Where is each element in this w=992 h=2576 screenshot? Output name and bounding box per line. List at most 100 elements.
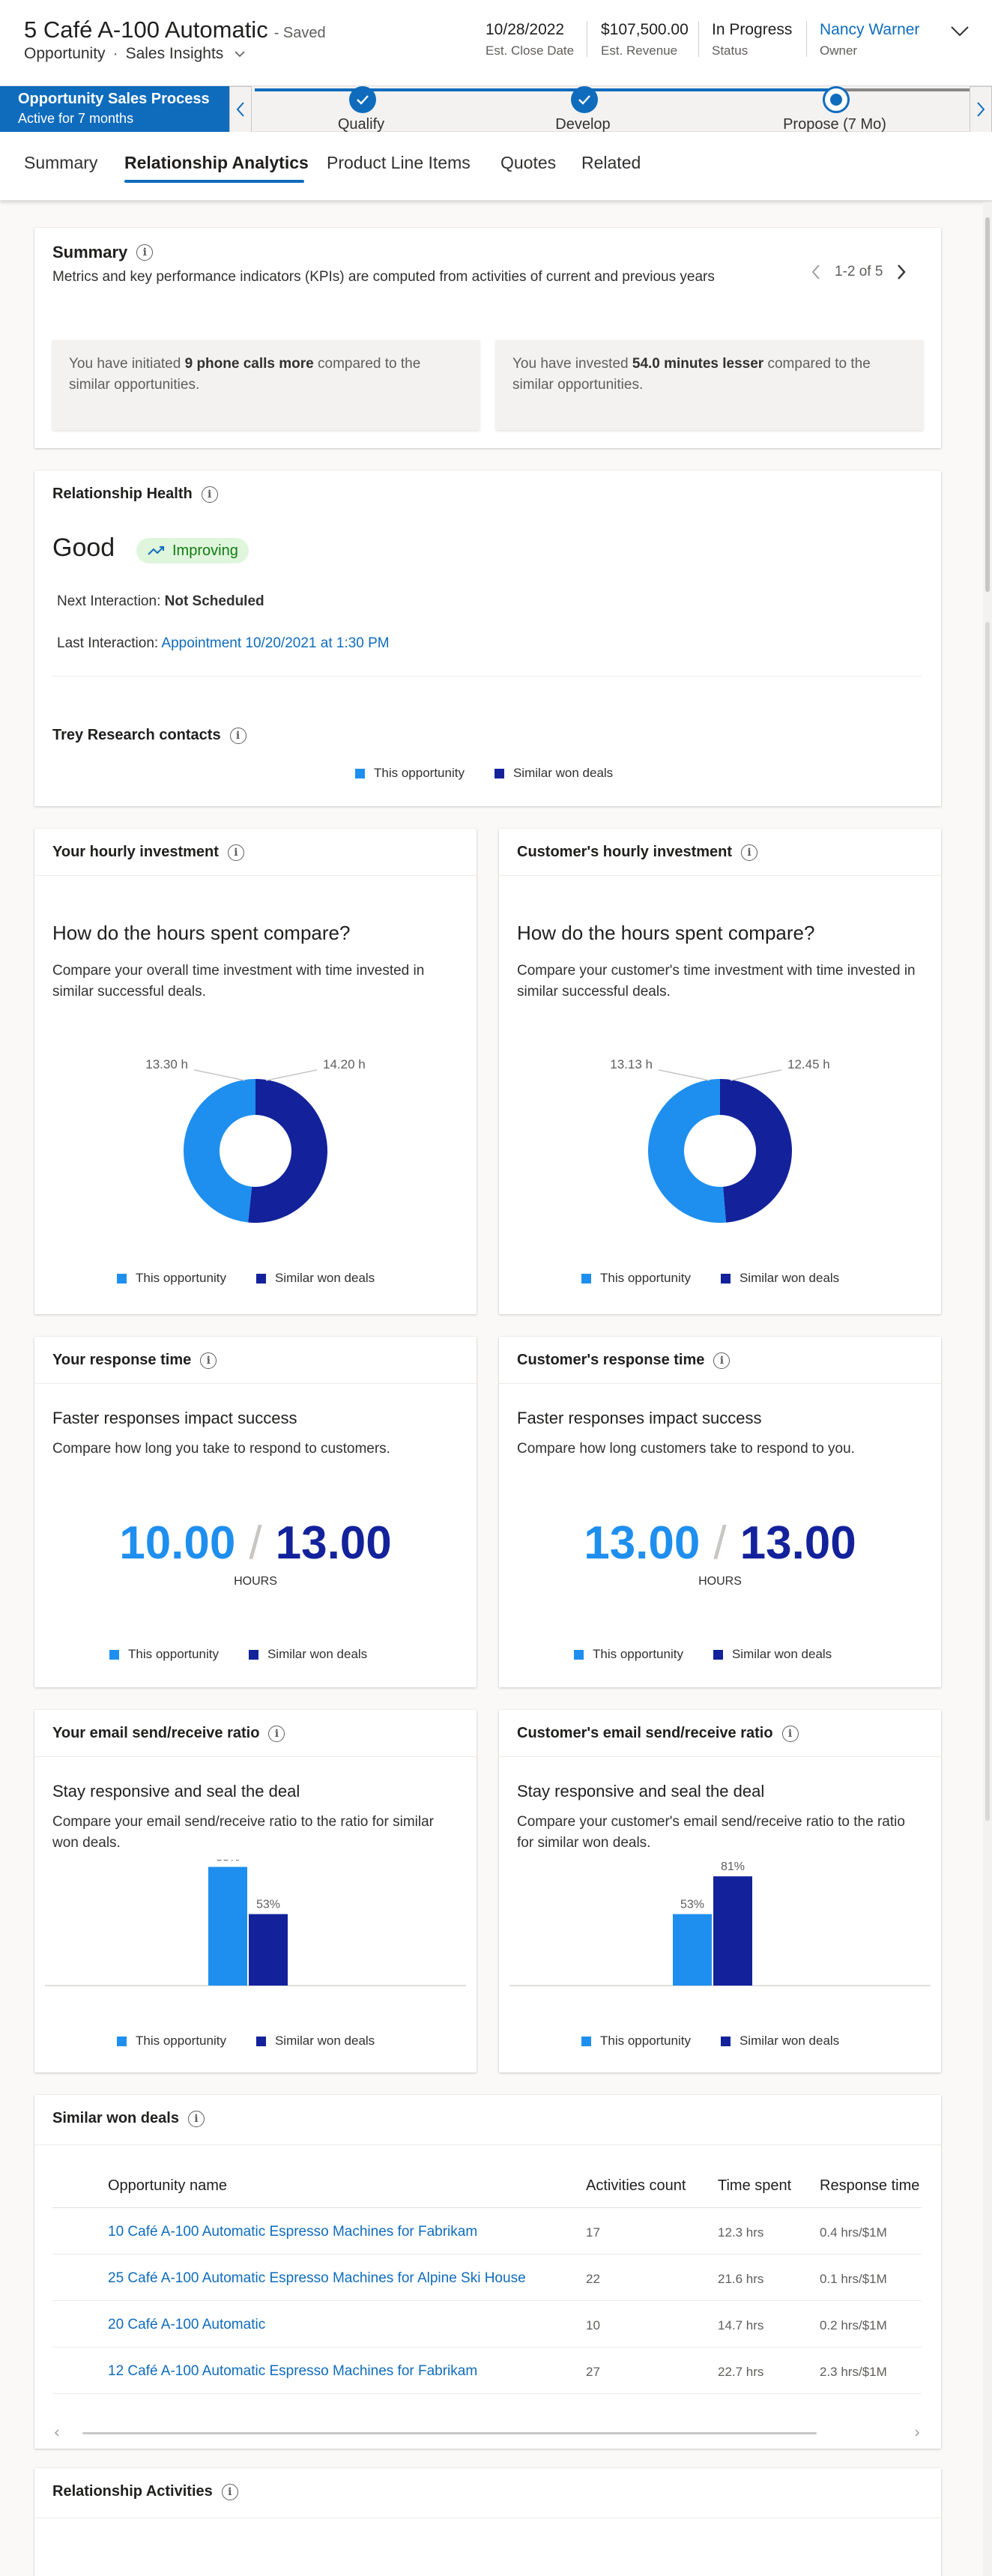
column-header-activities-count[interactable]: Activities count [586, 2177, 686, 2195]
card-description: Compare your customer's email send/recei… [517, 1814, 905, 1851]
chart-legend: This opportunity Similar won deals [581, 1271, 839, 1286]
email-ratio-bar-chart: 88% 53% [45, 1860, 466, 1986]
info-icon[interactable]: i [781, 1725, 799, 1742]
divider [34, 2144, 941, 2145]
info-icon[interactable]: i [741, 844, 758, 861]
bar-this-opportunity[interactable] [673, 1914, 712, 1986]
tab-relationship-analytics[interactable]: Relationship Analytics [124, 153, 309, 173]
stage-develop[interactable]: Develop [493, 86, 673, 133]
record-title-text: 5 Café A-100 Automatic [24, 16, 268, 43]
scroll-left-icon[interactable] [52, 2428, 61, 2438]
stage-qualify[interactable]: Qualify [271, 86, 451, 133]
info-icon[interactable]: i [227, 844, 244, 861]
opportunity-link[interactable]: 20 Café A-100 Automatic [108, 2317, 265, 2333]
header-field-owner: Nancy Warner Owner [820, 21, 919, 58]
info-icon[interactable]: i [200, 1352, 217, 1369]
form-name: Sales Insights [125, 45, 224, 62]
divider [499, 1383, 941, 1384]
unit-label: HOURS [234, 1575, 277, 1588]
data-label-similar-won-deals: 14.20 h [323, 1057, 366, 1071]
column-header-time-spent[interactable]: Time spent [718, 2177, 791, 2195]
info-icon[interactable]: i [713, 1352, 731, 1369]
donut-slice-this-opportunity[interactable] [183, 1079, 255, 1223]
process-name-panel[interactable]: Opportunity Sales Process Active for 7 m… [0, 86, 229, 133]
chevron-left-icon[interactable] [811, 264, 821, 280]
card-description: Compare how long customers take to respo… [517, 1441, 855, 1457]
insight-card[interactable]: You have invested 54.0 minutes lesser co… [496, 340, 923, 430]
card-heading: How do the hours spent compare? [52, 922, 351, 944]
data-label-similar-won-deals: 53% [256, 1899, 280, 1911]
scroll-right-icon[interactable] [913, 2428, 922, 2438]
chevron-right-icon[interactable] [896, 264, 907, 280]
stage-propose[interactable]: Propose (7 Mo) [745, 86, 925, 133]
column-header-opportunity-name[interactable]: Opportunity name [108, 2177, 227, 2195]
card-title: Your hourly investment i [52, 844, 244, 861]
donut-slice-this-opportunity[interactable] [648, 1079, 727, 1223]
info-icon[interactable]: i [268, 1725, 285, 1742]
next-interaction: Next Interaction: Not Scheduled [57, 593, 264, 610]
legend-item-this: This opportunity [581, 2034, 691, 2049]
scrollbar-thumb[interactable] [82, 2432, 817, 2434]
record-subtitle: Opportunity · Sales Insights [24, 45, 246, 63]
customer-email-ratio-card: Customer's email send/receive ratio i Sta… [499, 1710, 941, 2072]
entity-name: Opportunity [24, 45, 106, 62]
revenue-value: $107,500.00 [601, 21, 689, 38]
divider [34, 1383, 477, 1384]
opportunity-link[interactable]: 12 Café A-100 Automatic Espresso Machine… [108, 2363, 477, 2380]
chart-legend: This opportunity Similar won deals [109, 1647, 367, 1662]
card-title-text: Relationship Health [52, 486, 193, 502]
last-interaction-link[interactable]: Appointment 10/20/2021 at 1:30 PM [161, 635, 389, 651]
card-title-text: Trey Research contacts [52, 727, 221, 743]
summary-card: Summary i Metrics and key performance ind… [34, 228, 941, 448]
bpf-previous-button[interactable] [229, 86, 252, 133]
data-label-this-opportunity: 88% [216, 1860, 240, 1864]
legend-item-similar: Similar won deals [248, 1647, 367, 1662]
slash-separator: / [713, 1517, 727, 1569]
info-icon[interactable]: i [221, 2483, 238, 2500]
form-tabs: Summary Relationship Analytics Product L… [0, 132, 992, 201]
info-icon[interactable]: i [229, 727, 247, 744]
card-description: Compare how long you take to respond to … [52, 1441, 390, 1457]
table-horizontal-scrollbar[interactable] [52, 2428, 922, 2438]
page-scrollbar[interactable] [983, 202, 992, 2576]
card-heading: Faster responses impact success [517, 1409, 762, 1427]
opportunity-link[interactable]: 25 Café A-100 Automatic Espresso Machine… [108, 2270, 526, 2287]
card-title: Customer's response time i [517, 1352, 731, 1369]
your-hourly-investment-card: Your hourly investment i How do the hours… [34, 829, 477, 1314]
info-icon[interactable]: i [187, 2110, 205, 2127]
bpf-next-button[interactable] [970, 86, 992, 133]
bar-this-opportunity[interactable] [208, 1866, 247, 1986]
similar-won-deals-card: Similar won deals i Opportunity name Acti… [34, 2095, 941, 2449]
legend-item-similar: Similar won deals [713, 1647, 832, 1662]
tab-quotes[interactable]: Quotes [500, 153, 556, 173]
legend-item-similar: Similar won deals [255, 1271, 375, 1286]
scrollbar-thumb[interactable] [985, 217, 990, 592]
card-title-text: Customer's hourly investment [517, 844, 733, 860]
this-opportunity-value: 10.00 [119, 1517, 236, 1569]
tab-product-line-items[interactable]: Product Line Items [327, 153, 471, 173]
tab-related[interactable]: Related [581, 153, 641, 173]
insight-card[interactable]: You have initiated 9 phone calls more co… [52, 340, 480, 430]
stage-label: Qualify [337, 116, 385, 133]
bar-similar-won-deals[interactable] [713, 1876, 752, 1986]
owner-link[interactable]: Nancy Warner [820, 21, 919, 39]
row-divider [52, 2254, 922, 2255]
record-header: 5 Café A-100 Automatic - Saved Opportunit… [0, 0, 992, 85]
bar-similar-won-deals[interactable] [249, 1914, 288, 1986]
similar-deals-value: 13.00 [275, 1517, 392, 1569]
info-icon[interactable]: i [201, 486, 218, 503]
activities-count-cell: 27 [586, 2365, 600, 2379]
donut-slice-similar-won-deals[interactable] [248, 1079, 327, 1223]
last-interaction: Last Interaction: Appointment 10/20/2021… [57, 635, 390, 652]
donut-slice-similar-won-deals[interactable] [720, 1079, 792, 1223]
column-header-response-time[interactable]: Response time [820, 2177, 919, 2195]
hourly-donut-chart: 13.30 h 14.20 h [145, 1057, 366, 1223]
expand-header-chevron-icon[interactable] [949, 22, 971, 40]
info-icon[interactable]: i [136, 244, 154, 261]
opportunity-link[interactable]: 10 Café A-100 Automatic Espresso Machine… [108, 2224, 477, 2240]
status-label: Status [712, 43, 748, 58]
form-selector[interactable]: Sales Insights [126, 45, 247, 63]
legend-item-this: This opportunity [581, 1271, 691, 1286]
tab-summary[interactable]: Summary [24, 153, 97, 173]
card-heading: Stay responsive and seal the deal [52, 1782, 300, 1801]
